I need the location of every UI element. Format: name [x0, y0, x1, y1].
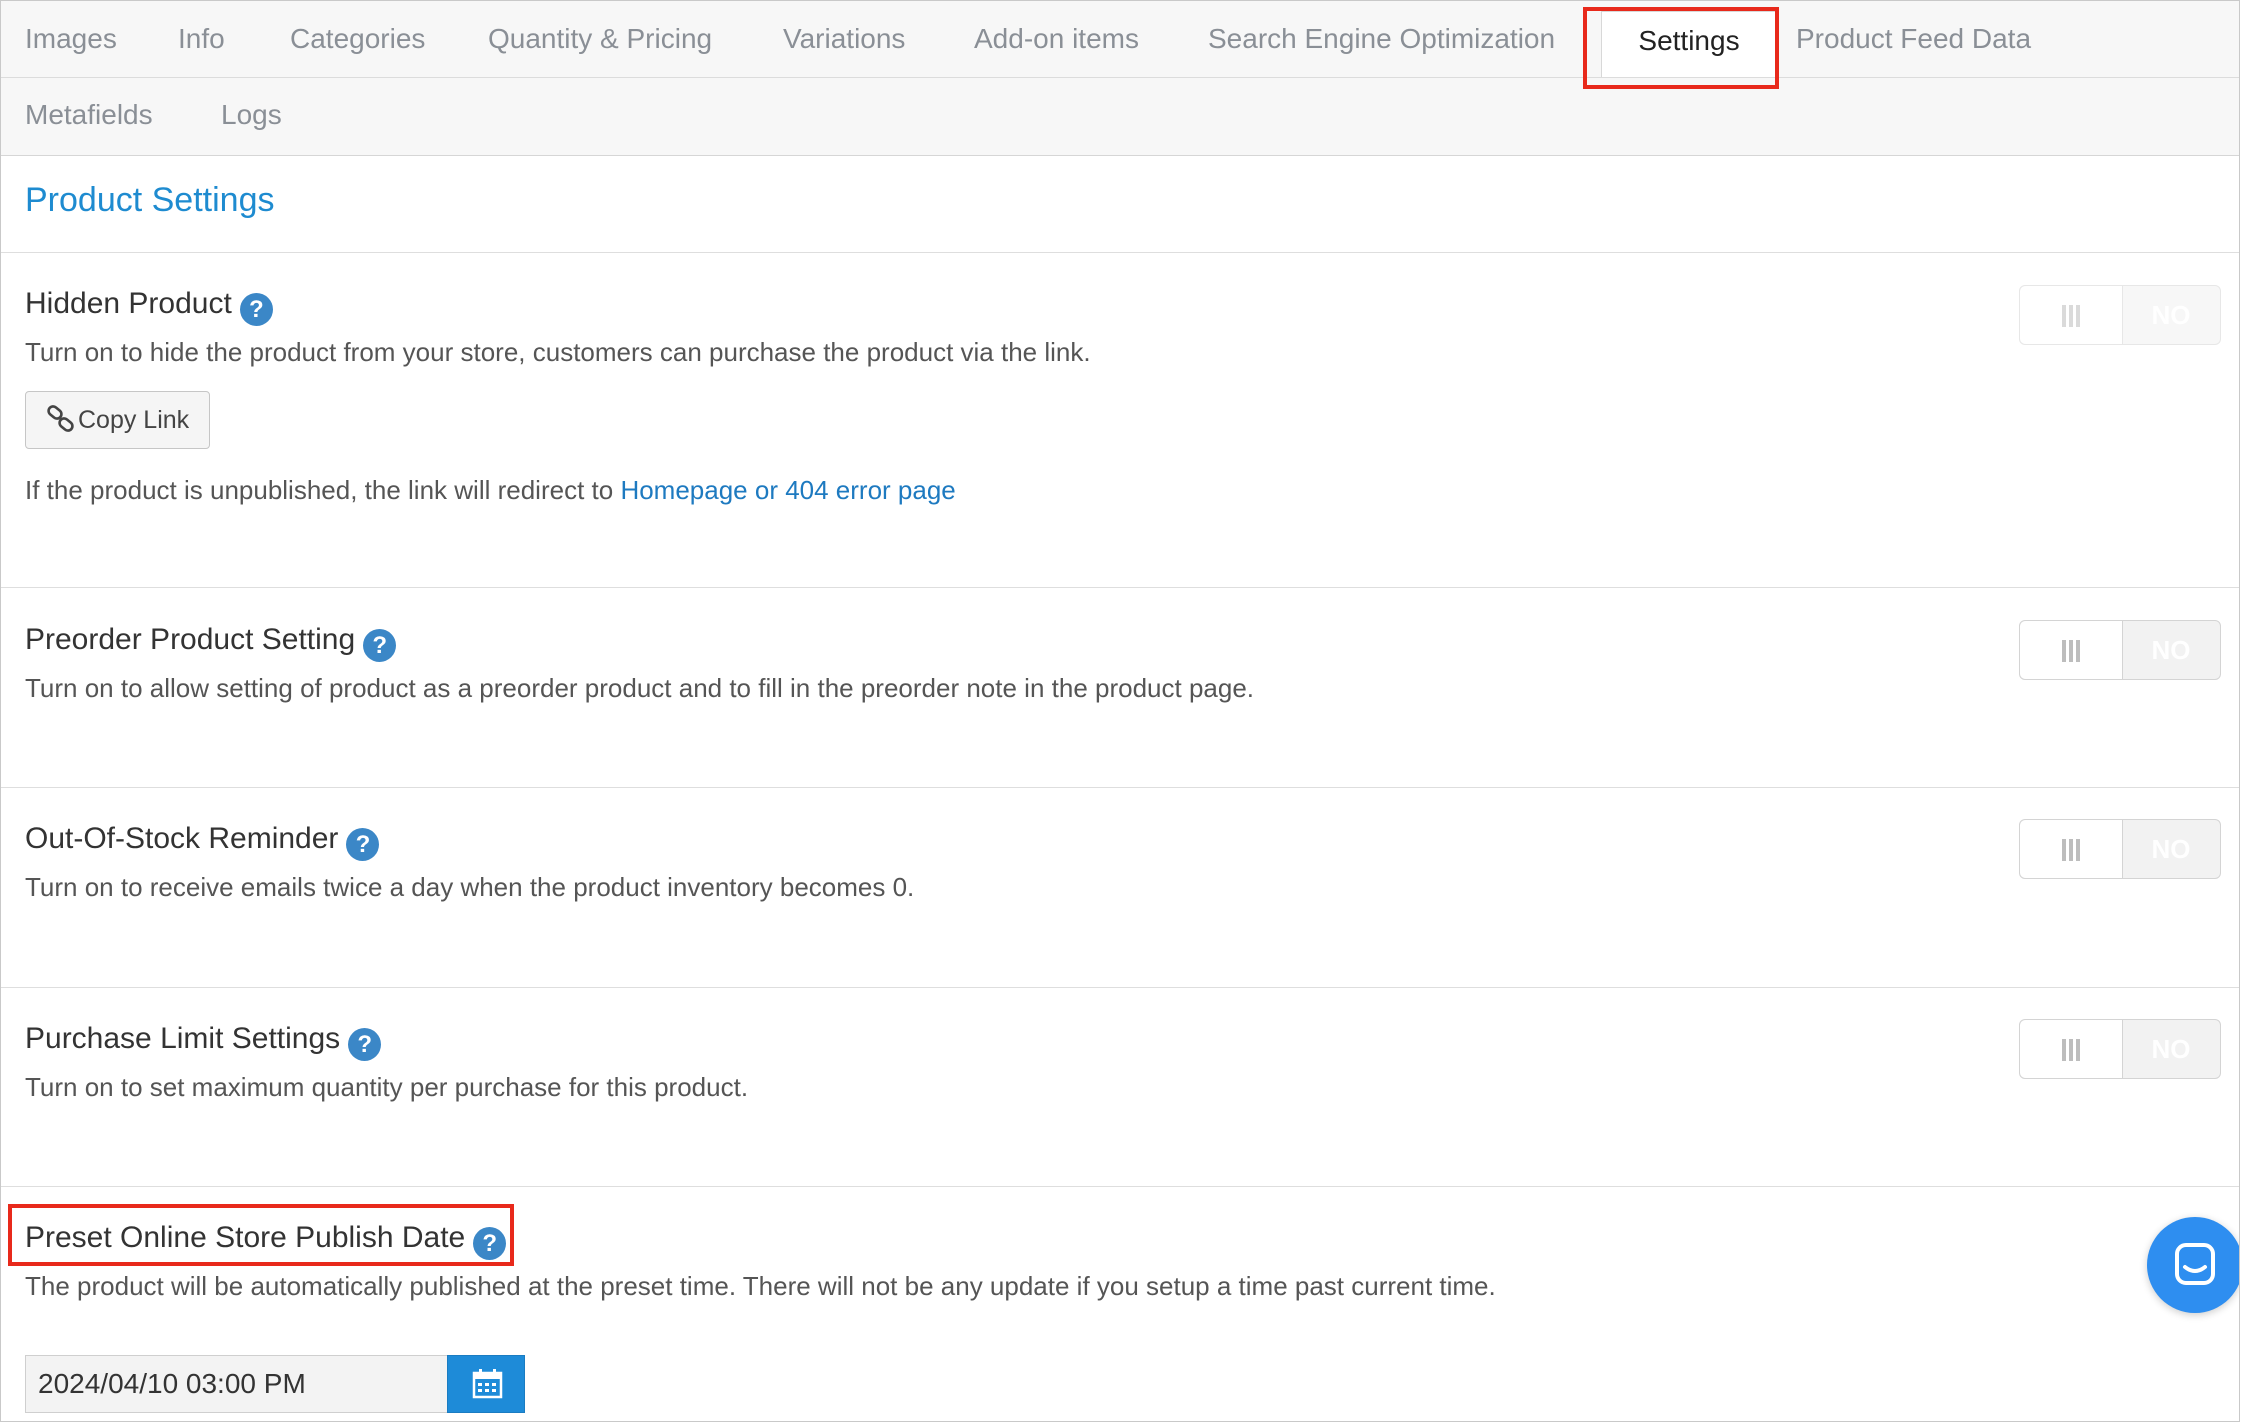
- divider: [1, 252, 2239, 253]
- tab-add-on-items[interactable]: Add-on items: [974, 15, 1139, 63]
- divider: [1, 1186, 2239, 1187]
- tab-seo[interactable]: Search Engine Optimization: [1208, 15, 1555, 63]
- hidden-product-desc: Turn on to hide the product from your st…: [25, 337, 1091, 367]
- divider: [1, 787, 2239, 788]
- purchase-limit-title: Purchase Limit Settings?: [25, 1022, 382, 1061]
- calendar-button[interactable]: [447, 1355, 525, 1413]
- purchase-limit-toggle[interactable]: NO: [2019, 1019, 2221, 1079]
- tab-categories[interactable]: Categories: [290, 15, 425, 63]
- publish-date-input[interactable]: [25, 1355, 449, 1413]
- tab-variations[interactable]: Variations: [783, 15, 905, 63]
- help-icon[interactable]: ?: [348, 1028, 382, 1061]
- tab-product-feed-data[interactable]: Product Feed Data: [1796, 15, 2031, 63]
- link-icon: [47, 405, 74, 432]
- tab-bar: Images Info Categories Quantity & Pricin…: [1, 1, 2239, 156]
- divider: [1, 987, 2239, 988]
- homepage-404-link[interactable]: Homepage or 404 error page: [620, 475, 955, 505]
- tab-row-2: Metafields Logs: [1, 79, 2239, 155]
- toggle-state-label: NO: [2151, 834, 2191, 864]
- help-icon[interactable]: ?: [473, 1227, 507, 1260]
- chat-icon: [2175, 1243, 2215, 1285]
- hidden-product-note: If the product is unpublished, the link …: [25, 475, 956, 505]
- grip-icon: [2062, 305, 2080, 327]
- help-icon[interactable]: ?: [346, 828, 380, 861]
- tab-logs[interactable]: Logs: [221, 91, 282, 139]
- toggle-state-label: NO: [2151, 300, 2191, 330]
- toggle-handle[interactable]: [2020, 286, 2123, 344]
- tab-info[interactable]: Info: [178, 15, 225, 63]
- help-icon[interactable]: ?: [363, 629, 397, 662]
- help-icon[interactable]: ?: [239, 293, 273, 326]
- toggle-handle[interactable]: [2020, 621, 2123, 679]
- grip-icon: [2062, 839, 2080, 861]
- toggle-state-label: NO: [2151, 635, 2191, 665]
- calendar-icon: [472, 1369, 503, 1399]
- tab-row-1: Images Info Categories Quantity & Pricin…: [1, 1, 2239, 78]
- preorder-toggle[interactable]: NO: [2019, 620, 2221, 680]
- grip-icon: [2062, 1039, 2080, 1061]
- publish-date-desc: The product will be automatically publis…: [25, 1271, 1496, 1301]
- out-of-stock-desc: Turn on to receive emails twice a day wh…: [25, 872, 915, 902]
- divider: [1, 587, 2239, 588]
- out-of-stock-title: Out-Of-Stock Reminder?: [25, 822, 380, 861]
- preorder-desc: Turn on to allow setting of product as a…: [25, 673, 1255, 703]
- tab-images[interactable]: Images: [25, 15, 117, 63]
- chat-launcher-button[interactable]: [2147, 1217, 2239, 1313]
- hidden-product-title: Hidden Product?: [25, 287, 273, 326]
- tab-quantity-pricing[interactable]: Quantity & Pricing: [488, 15, 712, 63]
- toggle-state-label: NO: [2151, 1034, 2191, 1064]
- tab-metafields[interactable]: Metafields: [25, 91, 153, 139]
- panel-title: Product Settings: [25, 181, 275, 219]
- toggle-handle[interactable]: [2020, 820, 2123, 878]
- toggle-handle[interactable]: [2020, 1020, 2123, 1078]
- grip-icon: [2062, 640, 2080, 662]
- tab-settings[interactable]: Settings: [1601, 11, 1777, 77]
- copy-link-button[interactable]: Copy Link: [25, 391, 211, 449]
- publish-date-title: Preset Online Store Publish Date?: [25, 1221, 507, 1260]
- out-of-stock-toggle[interactable]: NO: [2019, 819, 2221, 879]
- hidden-product-toggle[interactable]: NO: [2019, 285, 2221, 345]
- settings-page: Images Info Categories Quantity & Pricin…: [0, 0, 2240, 1422]
- preorder-title: Preorder Product Setting?: [25, 623, 397, 662]
- purchase-limit-desc: Turn on to set maximum quantity per purc…: [25, 1072, 749, 1102]
